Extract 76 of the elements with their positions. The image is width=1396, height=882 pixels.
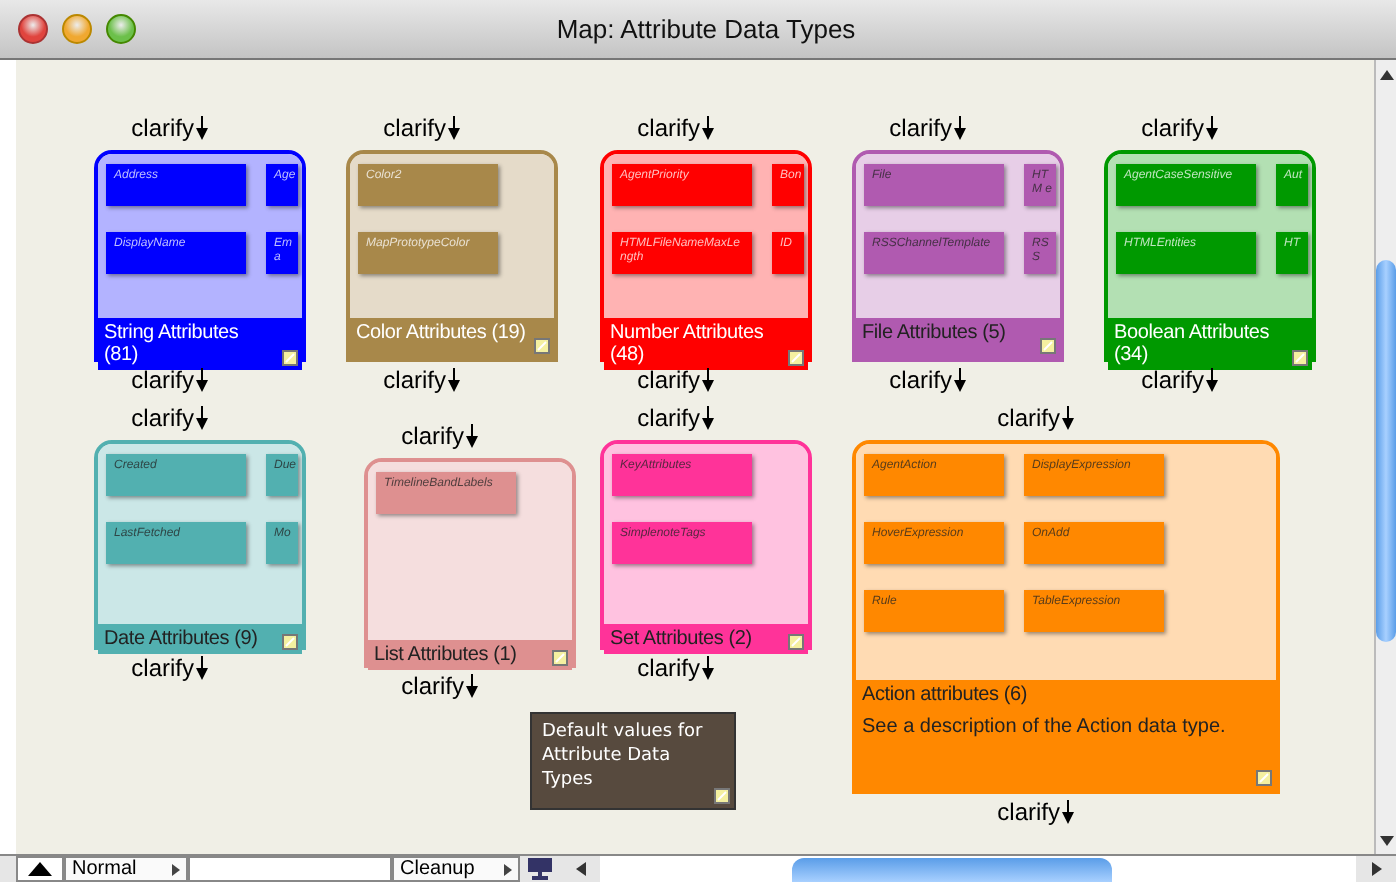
arrow-icon: [702, 116, 714, 140]
arrow-icon: [466, 424, 478, 448]
link-label: clarify: [1141, 368, 1204, 392]
close-button[interactable]: [18, 14, 48, 44]
left-arrow-icon[interactable]: [575, 862, 585, 876]
link-label: clarify: [997, 800, 1060, 824]
arrow-icon: [466, 674, 478, 698]
monitor-icon[interactable]: [528, 858, 552, 880]
up-arrow-icon: [28, 862, 52, 876]
link-label: clarify: [401, 674, 464, 698]
arrow-icon: [448, 368, 460, 392]
link-label: clarify: [637, 116, 700, 140]
arrow-icon: [1062, 800, 1074, 824]
up-arrow-icon[interactable]: [1379, 69, 1393, 79]
arrow-icon: [1206, 116, 1218, 140]
arrow-icon: [196, 656, 208, 680]
resize-icon[interactable]: [714, 788, 730, 804]
container-title: String Attributes (81): [104, 322, 241, 366]
zoom-button[interactable]: [106, 14, 136, 44]
minimize-button[interactable]: [62, 14, 92, 44]
caret-icon: [504, 863, 512, 875]
link-label: clarify: [401, 424, 464, 448]
link-label: clarify: [131, 656, 194, 680]
arrow-icon: [1206, 368, 1218, 392]
resize-icon[interactable]: [788, 634, 804, 650]
resize-icon[interactable]: [788, 350, 804, 366]
link-label: clarify: [997, 406, 1060, 430]
expand-button[interactable]: [16, 856, 64, 882]
link-label: clarify: [889, 116, 952, 140]
resize-icon[interactable]: [552, 650, 568, 666]
container-title: Number Attributes (48): [610, 322, 766, 366]
arrow-icon: [196, 368, 208, 392]
arrow-icon: [1062, 406, 1074, 430]
link-label: clarify: [131, 116, 194, 140]
note-text: Default values for Attribute Data Types: [542, 720, 705, 792]
resize-icon[interactable]: [282, 350, 298, 366]
link-label: clarify: [637, 406, 700, 430]
link-label: clarify: [131, 406, 194, 430]
container-title: List Attributes (1): [374, 644, 519, 666]
resize-icon[interactable]: [534, 338, 550, 354]
arrow-icon: [954, 368, 966, 392]
text-field[interactable]: [188, 856, 392, 882]
link-label: clarify: [889, 368, 952, 392]
note[interactable]: Default values for Attribute Data Types: [530, 712, 736, 810]
container-title: Set Attributes (2): [610, 628, 754, 650]
container-title: Action attributes (6): [862, 684, 1030, 706]
container-description: See a description of the Action data type.: [862, 716, 1228, 740]
container-title: Color Attributes (19): [356, 322, 526, 344]
resize-icon[interactable]: [282, 634, 298, 650]
caret-icon: [172, 863, 180, 875]
arrow-icon: [954, 116, 966, 140]
arrow-icon: [702, 406, 714, 430]
container-title: Boolean Attributes (34): [1114, 322, 1272, 366]
link-label: clarify: [637, 656, 700, 680]
arrow-icon: [196, 406, 208, 430]
view-mode-popup[interactable]: Normal: [64, 856, 188, 882]
cleanup-popup[interactable]: Cleanup: [392, 856, 520, 882]
arrow-icon: [448, 116, 460, 140]
link-label: clarify: [637, 368, 700, 392]
link-label: clarify: [1141, 116, 1204, 140]
window-title: Map: Attribute Data Types: [554, 14, 858, 44]
arrow-icon: [702, 368, 714, 392]
resize-icon[interactable]: [1292, 350, 1308, 366]
link-label: clarify: [383, 116, 446, 140]
arrow-icon: [196, 116, 208, 140]
resize-icon[interactable]: [1040, 338, 1056, 354]
link-label: clarify: [131, 368, 194, 392]
scroll-thumb[interactable]: [1376, 260, 1396, 642]
down-arrow-icon[interactable]: [1379, 835, 1393, 845]
right-arrow-icon[interactable]: [1371, 862, 1381, 876]
scroll-thumb[interactable]: [792, 858, 1112, 882]
container-title: Date Attributes (9): [104, 628, 260, 650]
container-title: File Attributes (5): [862, 322, 1008, 344]
resize-icon[interactable]: [1256, 770, 1272, 786]
link-label: clarify: [383, 368, 446, 392]
arrow-icon: [702, 656, 714, 680]
